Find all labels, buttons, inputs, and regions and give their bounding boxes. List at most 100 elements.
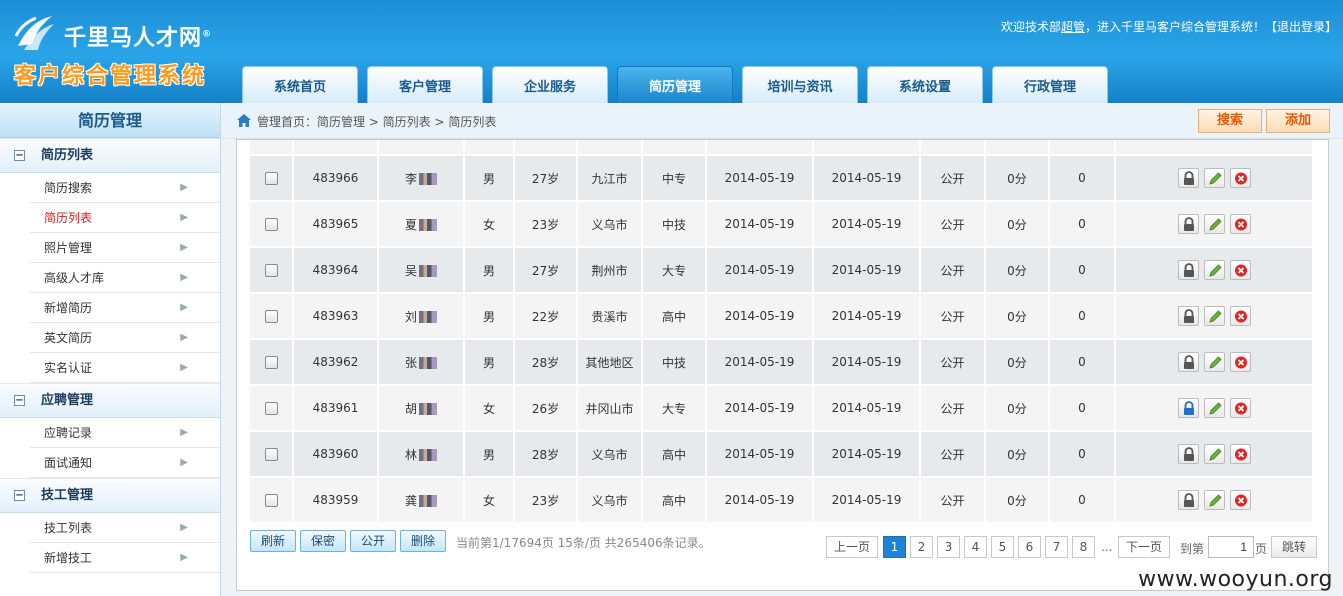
delete-x-icon[interactable] <box>1229 168 1251 188</box>
row-checkbox[interactable] <box>264 310 278 323</box>
edit-pencil-icon[interactable] <box>1203 306 1225 326</box>
edit-pencil-icon[interactable] <box>1203 352 1225 372</box>
sidebar-item-application-records[interactable]: 应聘记录 ▶ <box>30 418 220 448</box>
tab-system-settings[interactable]: 系统设置 <box>867 66 983 103</box>
page-button-1[interactable]: 1 <box>883 536 906 558</box>
lock-icon[interactable] <box>1177 352 1199 372</box>
row-checkbox[interactable] <box>264 218 278 231</box>
visibility-cell: 公开 <box>921 478 986 522</box>
sidebar-item-new-technician[interactable]: 新增技工 ▶ <box>30 543 220 573</box>
row-checkbox[interactable] <box>264 172 278 185</box>
table-row[interactable]: 483962 张 男 28岁 其他地区 中技 2014-05-19 2014-05-19 公开 0… <box>250 340 1314 386</box>
page-button-6[interactable]: 6 <box>1018 536 1041 558</box>
edit-pencil-icon[interactable] <box>1203 214 1225 234</box>
edit-pencil-icon[interactable] <box>1203 168 1225 188</box>
row-checkbox[interactable] <box>264 402 278 415</box>
row-checkbox[interactable] <box>264 264 278 277</box>
next-page-button[interactable]: 下一页 <box>1118 536 1170 558</box>
goto-page-input[interactable] <box>1208 536 1254 558</box>
sidebar-group-resume-list[interactable]: − 简历列表 <box>0 138 220 173</box>
chevron-right-icon: ▶ <box>180 332 188 343</box>
delete-x-icon[interactable] <box>1229 214 1251 234</box>
lock-icon[interactable] <box>1177 260 1199 280</box>
refresh-button[interactable]: 刷新 <box>250 530 296 552</box>
gender-text: 男 <box>482 171 495 186</box>
redacted-name-mosaic <box>419 173 437 185</box>
actions-cell <box>1116 478 1314 522</box>
set-public-button[interactable]: 公开 <box>350 530 396 552</box>
lock-icon[interactable] <box>1177 168 1199 188</box>
goto-button[interactable]: 跳转 <box>1271 536 1317 558</box>
tab-home[interactable]: 系统首页 <box>242 66 358 103</box>
page-button-7[interactable]: 7 <box>1045 536 1068 558</box>
row-checkbox[interactable] <box>264 356 278 369</box>
sidebar-item-senior-talent[interactable]: 高级人才库 ▶ <box>30 263 220 293</box>
tab-enterprise-service[interactable]: 企业服务 <box>492 66 608 103</box>
chevron-right-icon: ▶ <box>180 522 188 533</box>
delete-x-icon[interactable] <box>1229 490 1251 510</box>
table-row[interactable]: 483963 刘 男 22岁 贵溪市 高中 2014-05-19 2014-05-19 公开 0分… <box>250 294 1314 340</box>
tab-administration[interactable]: 行政管理 <box>992 66 1108 103</box>
sidebar-item-new-resume[interactable]: 新增简历 ▶ <box>30 293 220 323</box>
table-row[interactable]: 483960 林 男 28岁 义乌市 高中 2014-05-19 2014-05-19 公开 0分… <box>250 432 1314 478</box>
count-cell: 0 <box>1050 156 1116 202</box>
sidebar-item-resume-list[interactable]: 简历列表 ▶ <box>30 203 220 233</box>
table-row[interactable]: 483964 吴 男 27岁 荆州市 大专 2014-05-19 2014-05-19 公开 0分… <box>250 248 1314 294</box>
sidebar-group-technician[interactable]: − 技工管理 <box>0 478 220 513</box>
page-button-4[interactable]: 4 <box>964 536 987 558</box>
edit-pencil-icon[interactable] <box>1203 260 1225 280</box>
collapse-icon[interactable]: − <box>14 395 25 406</box>
delete-x-icon[interactable] <box>1229 306 1251 326</box>
sidebar-item-english-resume[interactable]: 英文简历 ▶ <box>30 323 220 353</box>
page-button-3[interactable]: 3 <box>937 536 960 558</box>
page-button-8[interactable]: 8 <box>1072 536 1095 558</box>
tab-customer-management[interactable]: 客户管理 <box>367 66 483 103</box>
edit-pencil-icon[interactable] <box>1203 398 1225 418</box>
sidebar-item-resume-search[interactable]: 简历搜索 ▶ <box>30 173 220 203</box>
edit-pencil-icon[interactable] <box>1203 444 1225 464</box>
set-private-button[interactable]: 保密 <box>300 530 346 552</box>
tab-training-news[interactable]: 培训与资讯 <box>742 66 858 103</box>
delete-x-icon[interactable] <box>1229 260 1251 280</box>
edit-pencil-icon[interactable] <box>1203 490 1225 510</box>
table-row[interactable]: 483966 李 男 27岁 九江市 中专 2014-05-19 2014-05-19 公开 0分… <box>250 156 1314 202</box>
city-cell: 井冈山市 <box>578 386 643 432</box>
score-cell: 0分 <box>986 156 1050 202</box>
delete-button[interactable]: 删除 <box>400 530 446 552</box>
lock-icon[interactable] <box>1177 306 1199 326</box>
lock-icon[interactable] <box>1177 214 1199 234</box>
age-cell: 27岁 <box>515 156 578 202</box>
add-button[interactable]: 添加 <box>1266 109 1330 133</box>
collapse-icon[interactable]: − <box>14 150 25 161</box>
sidebar-item-interview-notice[interactable]: 面试通知 ▶ <box>30 448 220 478</box>
table-row[interactable]: 483965 夏 女 23岁 义乌市 中技 2014-05-19 2014-05-19 公开 0分… <box>250 202 1314 248</box>
lock-icon[interactable] <box>1177 398 1199 418</box>
prev-page-button[interactable]: 上一页 <box>826 536 878 558</box>
page-button-2[interactable]: 2 <box>910 536 933 558</box>
lock-icon[interactable] <box>1177 490 1199 510</box>
row-checkbox[interactable] <box>264 494 278 507</box>
tab-resume-management[interactable]: 简历管理 <box>617 66 733 103</box>
sidebar-group-application[interactable]: − 应聘管理 <box>0 383 220 418</box>
name-cell: 吴 <box>379 248 465 294</box>
resume-table-wrap[interactable]: 483966 李男 27岁 九江市 中专 2014-05-19 2014-05-19 公开 0分… <box>250 140 1314 522</box>
row-checkbox[interactable] <box>264 448 278 461</box>
select-cell <box>250 340 294 386</box>
score-text: 0分 <box>1007 171 1027 186</box>
table-row[interactable]: 483959 龚 女 23岁 义乌市 高中 2014-05-19 2014-05-19 公开 0分… <box>250 478 1314 522</box>
sidebar-item-photo-management[interactable]: 照片管理 ▶ <box>30 233 220 263</box>
lock-icon[interactable] <box>1177 444 1199 464</box>
delete-x-icon[interactable] <box>1229 444 1251 464</box>
page-button-5[interactable]: 5 <box>991 536 1014 558</box>
delete-x-icon[interactable] <box>1229 398 1251 418</box>
count-text: 0 <box>1078 309 1086 323</box>
sidebar-item-technician-list[interactable]: 技工列表 ▶ <box>30 513 220 543</box>
sidebar-item-real-name-auth[interactable]: 实名认证 ▶ <box>30 353 220 383</box>
chevron-right-icon: ▶ <box>180 302 188 313</box>
logout-link[interactable]: 【退出登录】 <box>1265 20 1337 34</box>
collapse-icon[interactable]: − <box>14 490 25 501</box>
user-link[interactable]: 超管 <box>1061 20 1085 34</box>
search-button[interactable]: 搜索 <box>1198 109 1262 133</box>
table-row[interactable]: 483961 胡 女 26岁 井冈山市 大专 2014-05-19 2014-05-19 公开 0… <box>250 386 1314 432</box>
delete-x-icon[interactable] <box>1229 352 1251 372</box>
